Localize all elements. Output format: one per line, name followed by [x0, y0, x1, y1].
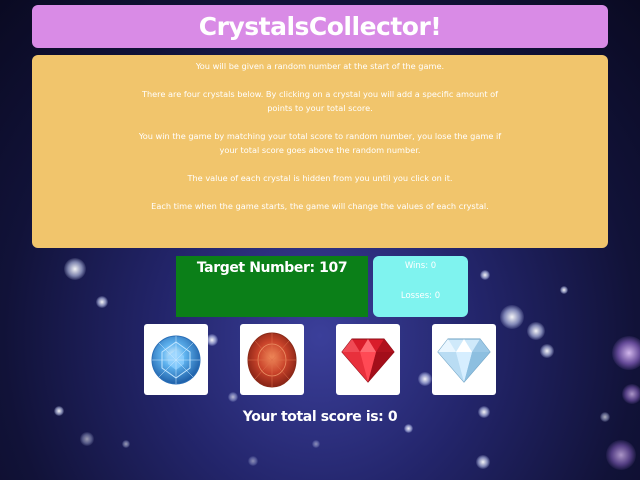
- losses-count: Losses: 0: [400, 291, 441, 301]
- target-number-text: Target Number: 107: [196, 260, 348, 276]
- instruction-paragraph: There are four crystals below. By clicki…: [141, 89, 499, 113]
- instruction-paragraph: Each time when the game starts, the game…: [151, 201, 489, 211]
- red-diamond-crystal-icon: [341, 338, 395, 383]
- page-title: CrystalsCollector!: [198, 12, 442, 41]
- clear-diamond-crystal-icon: [437, 338, 491, 383]
- crystal-button-3[interactable]: [336, 324, 400, 395]
- instruction-paragraph: The value of each crystal is hidden from…: [187, 173, 453, 183]
- total-score-text: Your total score is: 0: [242, 409, 398, 425]
- scoreboard: Wins: 0 Losses: 0: [373, 256, 468, 317]
- title-bar: CrystalsCollector!: [32, 5, 608, 48]
- instruction-paragraph: You win the game by matching your total …: [138, 131, 502, 155]
- crystal-button-2[interactable]: [240, 324, 304, 395]
- orange-oval-crystal-icon: [247, 332, 297, 387]
- instructions-panel: You will be given a random number at the…: [32, 55, 608, 248]
- blue-round-crystal-icon: [151, 335, 201, 384]
- crystal-button-1[interactable]: [144, 324, 208, 395]
- target-number-box: Target Number: 107: [176, 256, 368, 317]
- wins-count: Wins: 0: [404, 261, 437, 271]
- crystal-button-4[interactable]: [432, 324, 496, 395]
- page: { "header": { "title": "CrystalsCollecto…: [0, 0, 640, 480]
- instruction-paragraph: You will be given a random number at the…: [195, 61, 445, 71]
